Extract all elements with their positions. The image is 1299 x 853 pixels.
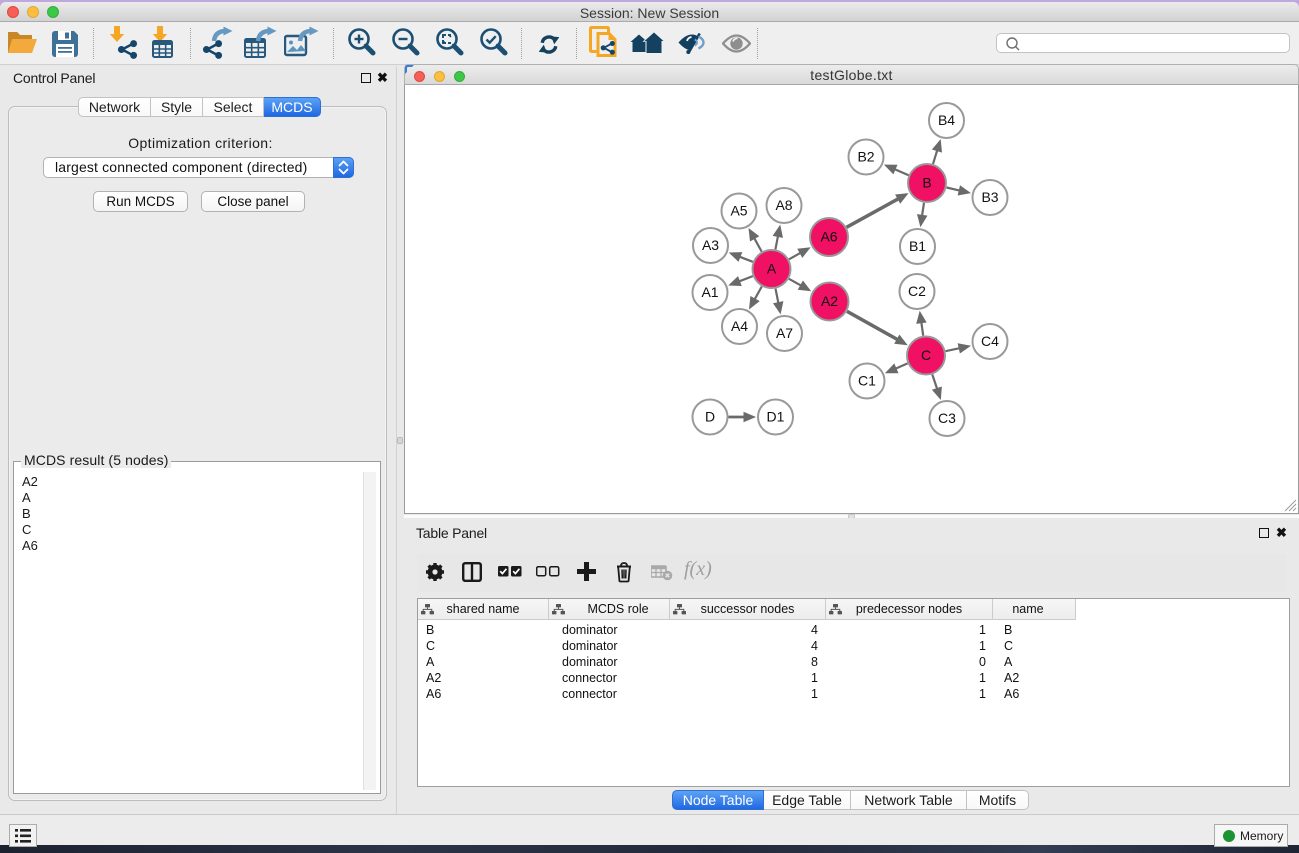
svg-text:C1: C1	[858, 373, 876, 389]
svg-text:A2: A2	[821, 293, 838, 309]
svg-text:A3: A3	[702, 237, 719, 253]
svg-text:A8: A8	[775, 197, 792, 213]
svg-text:A5: A5	[730, 203, 747, 219]
svg-text:A: A	[767, 261, 777, 277]
svg-text:A7: A7	[776, 325, 793, 341]
svg-text:A1: A1	[701, 284, 718, 300]
svg-text:B: B	[922, 175, 931, 191]
svg-text:B3: B3	[981, 189, 998, 205]
svg-text:A6: A6	[820, 229, 837, 245]
svg-text:B2: B2	[857, 149, 874, 165]
svg-text:A4: A4	[731, 318, 748, 334]
svg-text:C3: C3	[938, 410, 956, 426]
svg-text:C2: C2	[908, 283, 926, 299]
svg-text:D1: D1	[767, 409, 785, 425]
svg-text:B4: B4	[938, 112, 955, 128]
svg-text:C: C	[921, 347, 931, 363]
svg-text:C4: C4	[981, 333, 999, 349]
svg-text:B1: B1	[909, 238, 926, 254]
svg-text:D: D	[705, 409, 715, 425]
